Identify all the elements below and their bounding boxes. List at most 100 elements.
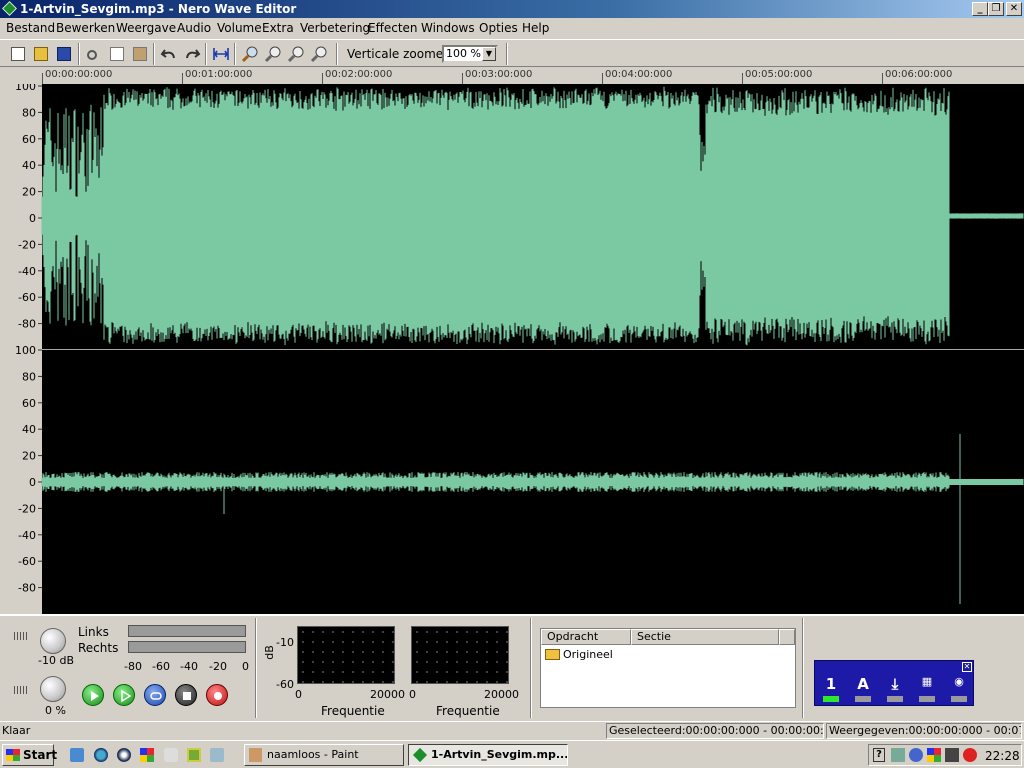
task-label: naamloos - Paint: [267, 748, 359, 761]
fit-width-icon[interactable]: [211, 44, 231, 64]
waveform-area[interactable]: 00:00:00:000 00:01:00:000 00:02:00:000 0…: [0, 68, 1024, 614]
timeline-ruler[interactable]: 00:00:00:000 00:01:00:000 00:02:00:000 0…: [42, 68, 1024, 84]
download-icon[interactable]: ⤓: [885, 675, 905, 693]
amplitude-tick-label: 80: [22, 370, 36, 383]
amplitude-tick-label: -40: [18, 529, 36, 542]
zoom-out-icon[interactable]: [263, 44, 283, 64]
waveform-canvas[interactable]: 100 80 60 40 20 0 -20 -40 -60 -80 100 80 60 40 20 0 -20 -…: [0, 84, 1024, 614]
menu-effecten[interactable]: Effecten: [368, 21, 418, 35]
status-bar: Klaar Geselecteerd:00:00:00:000 - 00:00:…: [0, 721, 1024, 739]
redo-icon[interactable]: [182, 44, 202, 64]
widget-button-a[interactable]: A: [853, 675, 873, 693]
loop-button[interactable]: [144, 684, 166, 706]
record-button[interactable]: [206, 684, 228, 706]
menu-bar: Bestand Bewerken Weergave Audio Volume E…: [0, 18, 1024, 38]
menu-bestand[interactable]: Bestand: [6, 21, 55, 35]
app-icon[interactable]: [187, 748, 201, 762]
vertical-zoom-select[interactable]: 100 % ▼: [442, 45, 498, 63]
amplitude-tick-label: -80: [18, 582, 36, 595]
menu-audio[interactable]: Audio: [177, 21, 211, 35]
amplitude-tick-label: -80: [18, 318, 36, 331]
close-icon[interactable]: ✕: [962, 662, 972, 672]
displayed-range: Weergegeven:00:00:00:000 - 00:07:00: [826, 723, 1022, 739]
tray-icon[interactable]: [927, 748, 941, 762]
tray-icon[interactable]: [945, 748, 959, 762]
volume-knob-value: -10 dB: [38, 654, 74, 667]
column-sectie[interactable]: Sectie: [631, 629, 779, 645]
status-led: [951, 696, 967, 702]
task-label: 1-Artvin_Sevgim.mp...: [431, 748, 568, 761]
media-player-icon[interactable]: [117, 748, 131, 762]
copy-icon[interactable]: [107, 44, 127, 64]
cut-icon[interactable]: [84, 44, 104, 64]
play-button[interactable]: [82, 684, 104, 706]
amplitude-tick-label: -40: [18, 265, 36, 278]
volume-icon: [14, 632, 28, 640]
amplitude-tick-label: 100: [15, 84, 36, 93]
task-nero-wave-editor[interactable]: 1-Artvin_Sevgim.mp...: [408, 744, 568, 766]
stop-button[interactable]: [175, 684, 197, 706]
freq-label: 0: [409, 688, 416, 701]
start-label: Start: [23, 748, 58, 762]
app-icon[interactable]: [2, 1, 17, 16]
menu-weergave[interactable]: Weergave: [116, 21, 176, 35]
status-text: Klaar: [2, 724, 31, 737]
zoom-selection-icon[interactable]: [286, 44, 306, 64]
help-icon[interactable]: ?: [873, 748, 885, 762]
amplitude-tick-label: 80: [22, 106, 36, 119]
start-button[interactable]: Start: [2, 744, 58, 766]
restore-button[interactable]: ❐: [988, 2, 1004, 16]
widget-button-1[interactable]: 1: [821, 675, 841, 693]
tray-icon[interactable]: [909, 748, 923, 762]
column-opdracht[interactable]: Opdracht: [541, 629, 631, 645]
timeline-label: 00:01:00:000: [185, 69, 253, 80]
title-bar: 1-Artvin_Sevgim.mp3 - Nero Wave Editor _…: [0, 0, 1024, 18]
frequency-graph-right: [411, 626, 509, 684]
menu-bewerken[interactable]: Bewerken: [56, 21, 115, 35]
undo-icon[interactable]: [159, 44, 179, 64]
zoom-in-icon[interactable]: [240, 44, 260, 64]
analyzer-y-top: -10: [276, 636, 294, 649]
history-list[interactable]: Opdracht Sectie Origineel: [540, 628, 796, 708]
amplitude-tick-label: -60: [18, 555, 36, 568]
menu-windows[interactable]: Windows: [421, 21, 475, 35]
menu-extra[interactable]: Extra: [262, 21, 294, 35]
tray-icon[interactable]: [891, 748, 905, 762]
status-led: [919, 696, 935, 702]
task-paint[interactable]: naamloos - Paint: [244, 744, 404, 766]
browser-icon[interactable]: [94, 748, 108, 762]
volume-tray-icon[interactable]: [963, 748, 977, 762]
keyboard-icon[interactable]: ▦: [917, 675, 937, 688]
play-selection-button[interactable]: [113, 684, 135, 706]
chevron-down-icon[interactable]: ▼: [482, 47, 496, 61]
app-icon[interactable]: [164, 748, 178, 762]
left-channel-wave: [41, 86, 1024, 346]
disc-icon[interactable]: ◉: [949, 675, 969, 688]
minimize-button[interactable]: _: [972, 2, 988, 16]
close-button[interactable]: ✕: [1006, 2, 1022, 16]
amplitude-tick-label: -20: [18, 238, 36, 251]
new-file-icon[interactable]: [8, 44, 28, 64]
amplitude-tick-label: -60: [18, 291, 36, 304]
menu-volume[interactable]: Volume: [217, 21, 262, 35]
menu-help[interactable]: Help: [522, 21, 549, 35]
paste-icon[interactable]: [130, 44, 150, 64]
windows-logo-icon: [6, 749, 20, 761]
save-icon[interactable]: [54, 44, 74, 64]
menu-opties[interactable]: Opties: [479, 21, 518, 35]
meter-scale-label: -20: [209, 660, 227, 673]
open-folder-icon[interactable]: [31, 44, 51, 64]
vertical-zoom-value: 100 %: [446, 47, 481, 60]
meter-scale-label: -60: [152, 660, 170, 673]
frequency-graph-left: [297, 626, 395, 684]
windows-icon[interactable]: [140, 748, 154, 762]
app-icon[interactable]: [210, 748, 224, 762]
folder-icon: [545, 649, 560, 660]
desktop-icon[interactable]: [70, 748, 84, 762]
volume-knob[interactable]: [40, 628, 66, 654]
timeline-label: 00:04:00:000: [605, 69, 673, 80]
pan-knob[interactable]: [40, 676, 66, 702]
menu-verbetering[interactable]: Verbetering: [300, 21, 370, 35]
analyzer-y-bottom: -60: [276, 678, 294, 691]
zoom-full-icon[interactable]: [309, 44, 329, 64]
